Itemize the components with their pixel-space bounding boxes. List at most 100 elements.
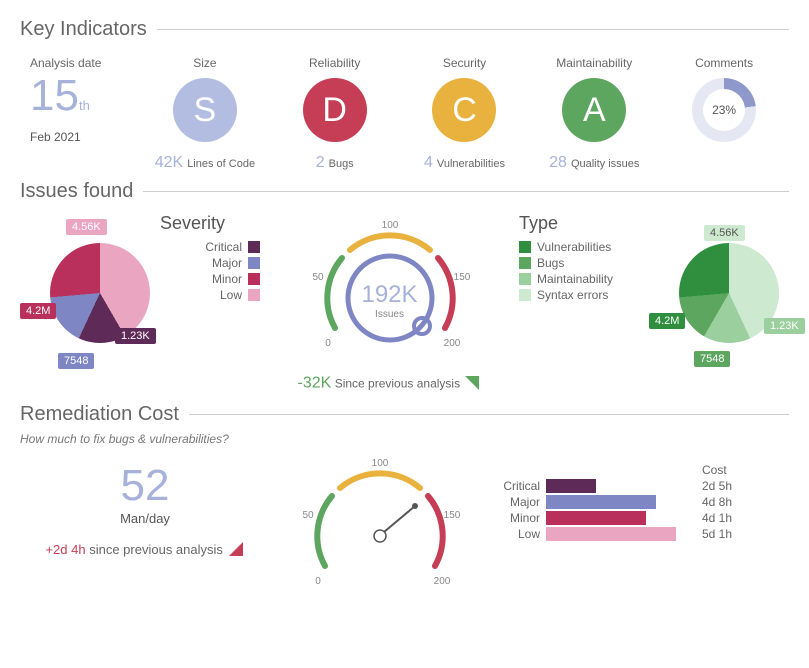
analysis-date-month: Feb 2021 (30, 130, 140, 144)
bar-label: Minor (490, 511, 540, 525)
gauge-value: 192K (260, 281, 519, 309)
indicator-title: Maintainability (529, 56, 659, 70)
bar-label: Major (490, 495, 540, 509)
grade-badge: C (432, 78, 496, 142)
gauge-tick: 100 (372, 458, 389, 469)
bar-fill (546, 479, 596, 493)
legend-swatch (248, 273, 260, 285)
legend-item: Vulnerabilities (519, 240, 649, 254)
legend-label: Minor (212, 272, 242, 286)
remediation-gauge-block: 0 50 100 150 200 (270, 461, 490, 586)
gauge-tick: 200 (434, 576, 451, 587)
section-title: Issues found (20, 180, 133, 203)
legend-swatch (519, 257, 531, 269)
cost-header-row: Cost (490, 463, 770, 477)
bar-label: Critical (490, 479, 540, 493)
bar-cost: 4d 8h (702, 495, 752, 509)
metric-value: 2 (316, 154, 325, 171)
section-issues-found: Issues found (20, 180, 789, 203)
gauge-tick: 100 (381, 220, 398, 231)
metric-value: 42K (155, 154, 183, 171)
legend-label: Vulnerabilities (537, 240, 611, 254)
bar-cost: 2d 5h (702, 479, 752, 493)
analysis-date-day: 15th (30, 74, 140, 118)
gauge-sub: Issues (260, 309, 519, 320)
bar-row: Low 5d 1h (490, 527, 770, 541)
pie-label-critical: 1.23K (115, 328, 156, 344)
issues-gauge-block: 0 50 100 150 200 192K Issues -32K Since … (260, 213, 519, 395)
gauge-center-wrap: 192K Issues (260, 281, 519, 320)
analysis-date-label: Analysis date (30, 56, 140, 70)
gauge-delta: -32K (298, 375, 332, 392)
indicator-reliability: Reliability D 2 Bugs (270, 51, 400, 172)
divider (189, 414, 789, 415)
arrow-up-icon (227, 540, 245, 561)
bar-label: Low (490, 527, 540, 541)
gauge-tick: 0 (325, 338, 331, 349)
gauge-tick: 0 (315, 576, 321, 587)
metric-label: Lines of Code (187, 158, 255, 170)
bar-row: Critical 2d 5h (490, 479, 770, 493)
legend-swatch (248, 289, 260, 301)
pie-label-minor: 4.2M (20, 303, 56, 319)
indicator-comments: Comments 23% (659, 51, 789, 142)
pie-label-low: 4.56K (66, 219, 107, 235)
bar-fill (546, 495, 656, 509)
remediation-row: 52 Man/day +2d 4h since previous analysi… (20, 456, 789, 586)
issues-row: 4.56K 1.23K 7548 4.2M Severity Critical … (20, 203, 789, 395)
legend-title: Type (519, 213, 649, 234)
metric-label: Vulnerabilities (437, 158, 505, 170)
gauge-delta-text: Since previous analysis (335, 377, 460, 391)
grade-badge: A (562, 78, 626, 142)
legend-item: Low (160, 288, 260, 302)
comments-pct: 23% (703, 89, 745, 131)
bar-row: Major 4d 8h (490, 495, 770, 509)
comments-donut: 23% (692, 78, 756, 142)
day-number: 15 (30, 71, 79, 120)
indicator-metric: 2 Bugs (270, 154, 400, 172)
bar-fill (546, 511, 646, 525)
metric-label: Bugs (329, 158, 354, 170)
indicators-row: Analysis date 15th Feb 2021 Size S 42KLi… (20, 41, 789, 172)
legend-item: Bugs (519, 256, 649, 270)
legend-label: Maintainability (537, 272, 613, 286)
legend-label: Low (220, 288, 242, 302)
divider (157, 29, 789, 30)
pie-label-maint: 1.23K (764, 318, 805, 334)
pie-label-major: 7548 (58, 353, 94, 369)
grade-badge: D (303, 78, 367, 142)
section-key-indicators: Key Indicators (20, 18, 789, 41)
manday-unit: Man/day (20, 511, 270, 526)
bar-fill (546, 527, 676, 541)
analysis-date-block: Analysis date 15th Feb 2021 (20, 51, 140, 144)
legend-item: Maintainability (519, 272, 649, 286)
gauge-delta-row: -32K Since previous analysis (260, 374, 519, 395)
gauge-tick: 200 (443, 338, 460, 349)
indicator-title: Reliability (270, 56, 400, 70)
legend-swatch (519, 241, 531, 253)
legend-swatch (248, 241, 260, 253)
divider (143, 191, 789, 192)
legend-label: Major (212, 256, 242, 270)
section-title: Remediation Cost (20, 403, 179, 426)
indicator-title: Security (400, 56, 530, 70)
bar-row: Minor 4d 1h (490, 511, 770, 525)
legend-item: Critical (160, 240, 260, 254)
gauge-tick: 50 (302, 510, 314, 521)
gauge-tick: 150 (444, 510, 461, 521)
legend-swatch (519, 273, 531, 285)
manday-block: 52 Man/day +2d 4h since previous analysi… (20, 461, 270, 561)
indicator-size: Size S 42KLines of Code (140, 51, 270, 172)
legend-item: Major (160, 256, 260, 270)
remediation-gauge: 0 50 100 150 200 (290, 461, 470, 581)
legend-item: Minor (160, 272, 260, 286)
pie-label-bugs: 7548 (694, 351, 730, 367)
type-legend: Type Vulnerabilities Bugs Maintainabilit… (519, 213, 649, 304)
legend-title: Severity (160, 213, 260, 234)
day-suffix: th (79, 98, 90, 113)
legend-label: Syntax errors (537, 288, 608, 302)
arrow-down-icon (463, 374, 481, 395)
pie-label-vuln: 4.2M (649, 313, 685, 329)
bar-cost: 5d 1h (702, 527, 752, 541)
legend-label: Bugs (537, 256, 564, 270)
